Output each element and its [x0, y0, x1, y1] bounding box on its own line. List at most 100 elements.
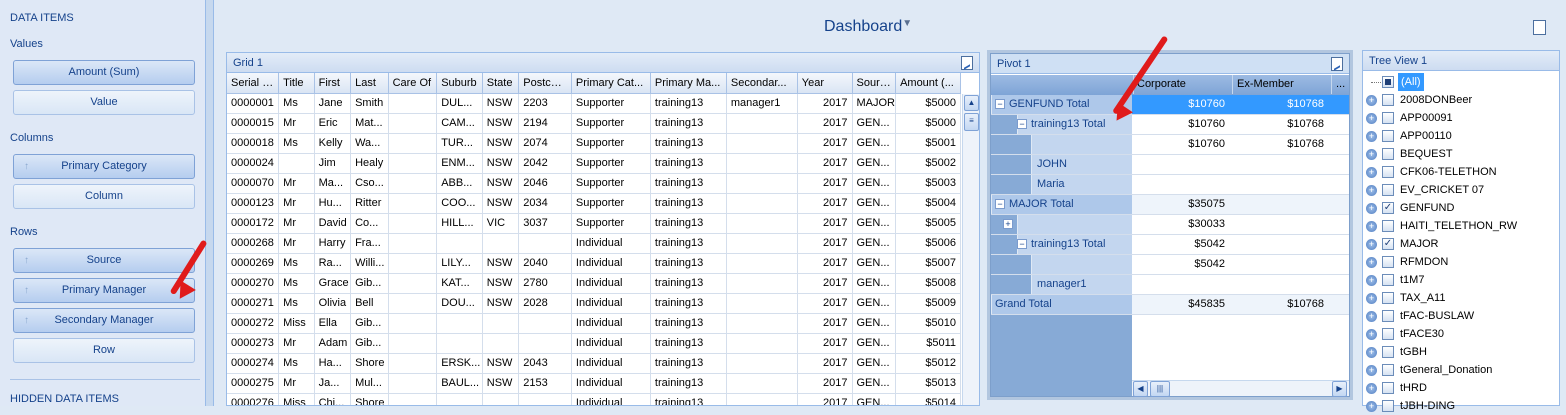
- tree-item[interactable]: + tJBH-DING: [1363, 397, 1559, 415]
- expand-icon[interactable]: +: [1366, 239, 1377, 250]
- expand-icon[interactable]: +: [1003, 219, 1013, 229]
- checkbox-icon[interactable]: [1382, 148, 1394, 160]
- row-item-source[interactable]: ↑ Source: [13, 248, 195, 273]
- pivot-col-header[interactable]: Ex-Member: [1232, 75, 1330, 94]
- checkbox-icon[interactable]: [1382, 112, 1394, 124]
- grid-column-header[interactable]: Amount (...: [895, 73, 961, 94]
- grid-column-header[interactable]: Title: [278, 73, 315, 94]
- expand-icon[interactable]: +: [1366, 185, 1377, 196]
- expand-icon[interactable]: +: [1366, 293, 1377, 304]
- checkbox-icon[interactable]: [1382, 184, 1394, 196]
- pivot-row[interactable]: Grand Total $45835 $10768: [991, 295, 1349, 315]
- expand-icon[interactable]: +: [1366, 365, 1377, 376]
- filter-icon[interactable]: ▼: [902, 18, 912, 29]
- tree-item[interactable]: + RFMDON: [1363, 253, 1559, 271]
- tree-item[interactable]: + TAX_A11: [1363, 289, 1559, 307]
- pivot-row-header[interactable]: [1031, 135, 1132, 154]
- expand-icon[interactable]: +: [1366, 275, 1377, 286]
- grid-column-header[interactable]: Secondar...: [726, 73, 798, 94]
- pivot-row[interactable]: + $30033: [991, 215, 1349, 235]
- expand-icon[interactable]: +: [1366, 347, 1377, 358]
- table-row[interactable]: 0000015 Mr Eric Mat... CAM... NSW 2194 Supporte…: [227, 113, 961, 134]
- grid-column-header[interactable]: Source: [852, 73, 897, 94]
- tree-item[interactable]: + ✓ MAJOR: [1363, 235, 1559, 253]
- collapse-icon[interactable]: −: [995, 199, 1005, 209]
- table-row[interactable]: 0000274 Ms Ha... Shore ERSK... NSW 2043 Individ…: [227, 353, 961, 374]
- checkbox-icon[interactable]: [1382, 364, 1394, 376]
- table-row[interactable]: 0000275 Mr Ja... Mul... BAUL... NSW 2153 Indivi…: [227, 373, 961, 394]
- value-placeholder[interactable]: Value: [13, 90, 195, 115]
- row-item-primary-manager[interactable]: ↑ Primary Manager: [13, 278, 195, 303]
- table-row[interactable]: 0000276 Miss Chi... Shore Individual training…: [227, 393, 961, 405]
- tree-item[interactable]: + tGeneral_Donation: [1363, 361, 1559, 379]
- expand-icon[interactable]: +: [1366, 329, 1377, 340]
- grid-column-header[interactable]: State: [482, 73, 520, 94]
- scroll-left-icon[interactable]: ◀: [1133, 381, 1148, 397]
- checkbox-icon[interactable]: [1382, 310, 1394, 322]
- table-row[interactable]: 0000268 Mr Harry Fra... Individual training13…: [227, 233, 961, 254]
- expand-icon[interactable]: +: [1366, 149, 1377, 160]
- expand-icon[interactable]: +: [1366, 131, 1377, 142]
- checkbox-icon[interactable]: [1382, 382, 1394, 394]
- table-row[interactable]: 0000271 Ms Olivia Bell DOU... NSW 2028 Individu…: [227, 293, 961, 314]
- expand-icon[interactable]: +: [1366, 113, 1377, 124]
- tree-item[interactable]: + t1M7: [1363, 271, 1559, 289]
- table-row[interactable]: 0000070 Mr Ma... Cso... ABB... NSW 2046 Support…: [227, 173, 961, 194]
- checkbox-icon[interactable]: [1382, 130, 1394, 142]
- tree-item[interactable]: +2008DONBeer: [1363, 91, 1559, 109]
- expand-icon[interactable]: +: [1366, 203, 1377, 214]
- checkbox-icon[interactable]: [1382, 166, 1394, 178]
- grid-vertical-scrollbar[interactable]: ▲ ≡: [962, 94, 979, 405]
- pivot-row-header[interactable]: [1017, 215, 1132, 234]
- table-row[interactable]: 0000172 Mr David Co... HILL... VIC 3037 Support…: [227, 213, 961, 234]
- export-icon[interactable]: [961, 56, 973, 70]
- scroll-up-icon[interactable]: ▲: [964, 95, 979, 111]
- export-icon[interactable]: [1331, 57, 1343, 71]
- panel-splitter[interactable]: [206, 0, 214, 406]
- pivot-row-header[interactable]: [1031, 255, 1132, 274]
- grid-column-header[interactable]: Postcode: [518, 73, 572, 94]
- table-row[interactable]: 0000024 Jim Healy ENM... NSW 2042 Supporter tra…: [227, 153, 961, 174]
- checkbox-icon[interactable]: [1382, 274, 1394, 286]
- table-row[interactable]: 0000272 Miss Ella Gib... Individual training1…: [227, 313, 961, 334]
- tree-item[interactable]: + EV_CRICKET 07: [1363, 181, 1559, 199]
- tree-item[interactable]: + ✓ GENFUND: [1363, 199, 1559, 217]
- pivot-row[interactable]: $10760 $10768: [991, 135, 1349, 155]
- scroll-thumb[interactable]: ≡: [964, 113, 979, 131]
- collapse-icon[interactable]: −: [1017, 239, 1027, 249]
- tree-item[interactable]: + BEQUEST: [1363, 145, 1559, 163]
- expand-icon[interactable]: +: [1366, 311, 1377, 322]
- expand-icon[interactable]: +: [1366, 257, 1377, 268]
- grid-column-header[interactable]: Care Of: [388, 73, 438, 94]
- tree-item[interactable]: + HAITI_TELETHON_RW: [1363, 217, 1559, 235]
- expand-icon[interactable]: +: [1366, 167, 1377, 178]
- grid-column-header[interactable]: Primary Ma...: [650, 73, 727, 94]
- checkbox-icon[interactable]: ✓: [1382, 238, 1394, 250]
- row-placeholder[interactable]: Row: [13, 338, 195, 363]
- column-item-primary-category[interactable]: ↑ Primary Category: [13, 154, 195, 179]
- tree-item[interactable]: + APP00110: [1363, 127, 1559, 145]
- pivot-row[interactable]: $5042: [991, 255, 1349, 275]
- tree-item[interactable]: + tFACE30: [1363, 325, 1559, 343]
- checkbox-icon[interactable]: [1382, 220, 1394, 232]
- table-row[interactable]: 0000123 Mr Hu... Ritter COO... NSW 2034 Support…: [227, 193, 961, 214]
- tree-item[interactable]: + APP00091: [1363, 109, 1559, 127]
- pivot-row[interactable]: manager1: [991, 275, 1349, 295]
- checkbox-icon[interactable]: [1382, 328, 1394, 340]
- checkbox-icon[interactable]: [1382, 256, 1394, 268]
- table-row[interactable]: 0000273 Mr Adam Gib... Individual training13 2…: [227, 333, 961, 354]
- pivot-row[interactable]: − training13 Total $5042: [991, 235, 1349, 255]
- pivot-row[interactable]: Maria: [991, 175, 1349, 195]
- tree-item[interactable]: + tFAC-BUSLAW: [1363, 307, 1559, 325]
- table-row[interactable]: 0000270 Ms Grace Gib... KAT... NSW 2780 Individ…: [227, 273, 961, 294]
- grid-column-header[interactable]: Year: [797, 73, 853, 94]
- tree-item[interactable]: + tHRD: [1363, 379, 1559, 397]
- grid-column-header[interactable]: Primary Cat...: [571, 73, 651, 94]
- table-row[interactable]: 0000269 Ms Ra... Willi... LILY... NSW 2040 Indi…: [227, 253, 961, 274]
- expand-icon[interactable]: +: [1366, 383, 1377, 394]
- pivot-col-header[interactable]: ...: [1331, 75, 1345, 94]
- grid-column-header[interactable]: Last: [350, 73, 389, 94]
- pivot-horizontal-scrollbar[interactable]: ◀ ||| ▶: [1132, 380, 1349, 397]
- checkbox-icon[interactable]: [1382, 292, 1394, 304]
- collapse-icon[interactable]: −: [1017, 119, 1027, 129]
